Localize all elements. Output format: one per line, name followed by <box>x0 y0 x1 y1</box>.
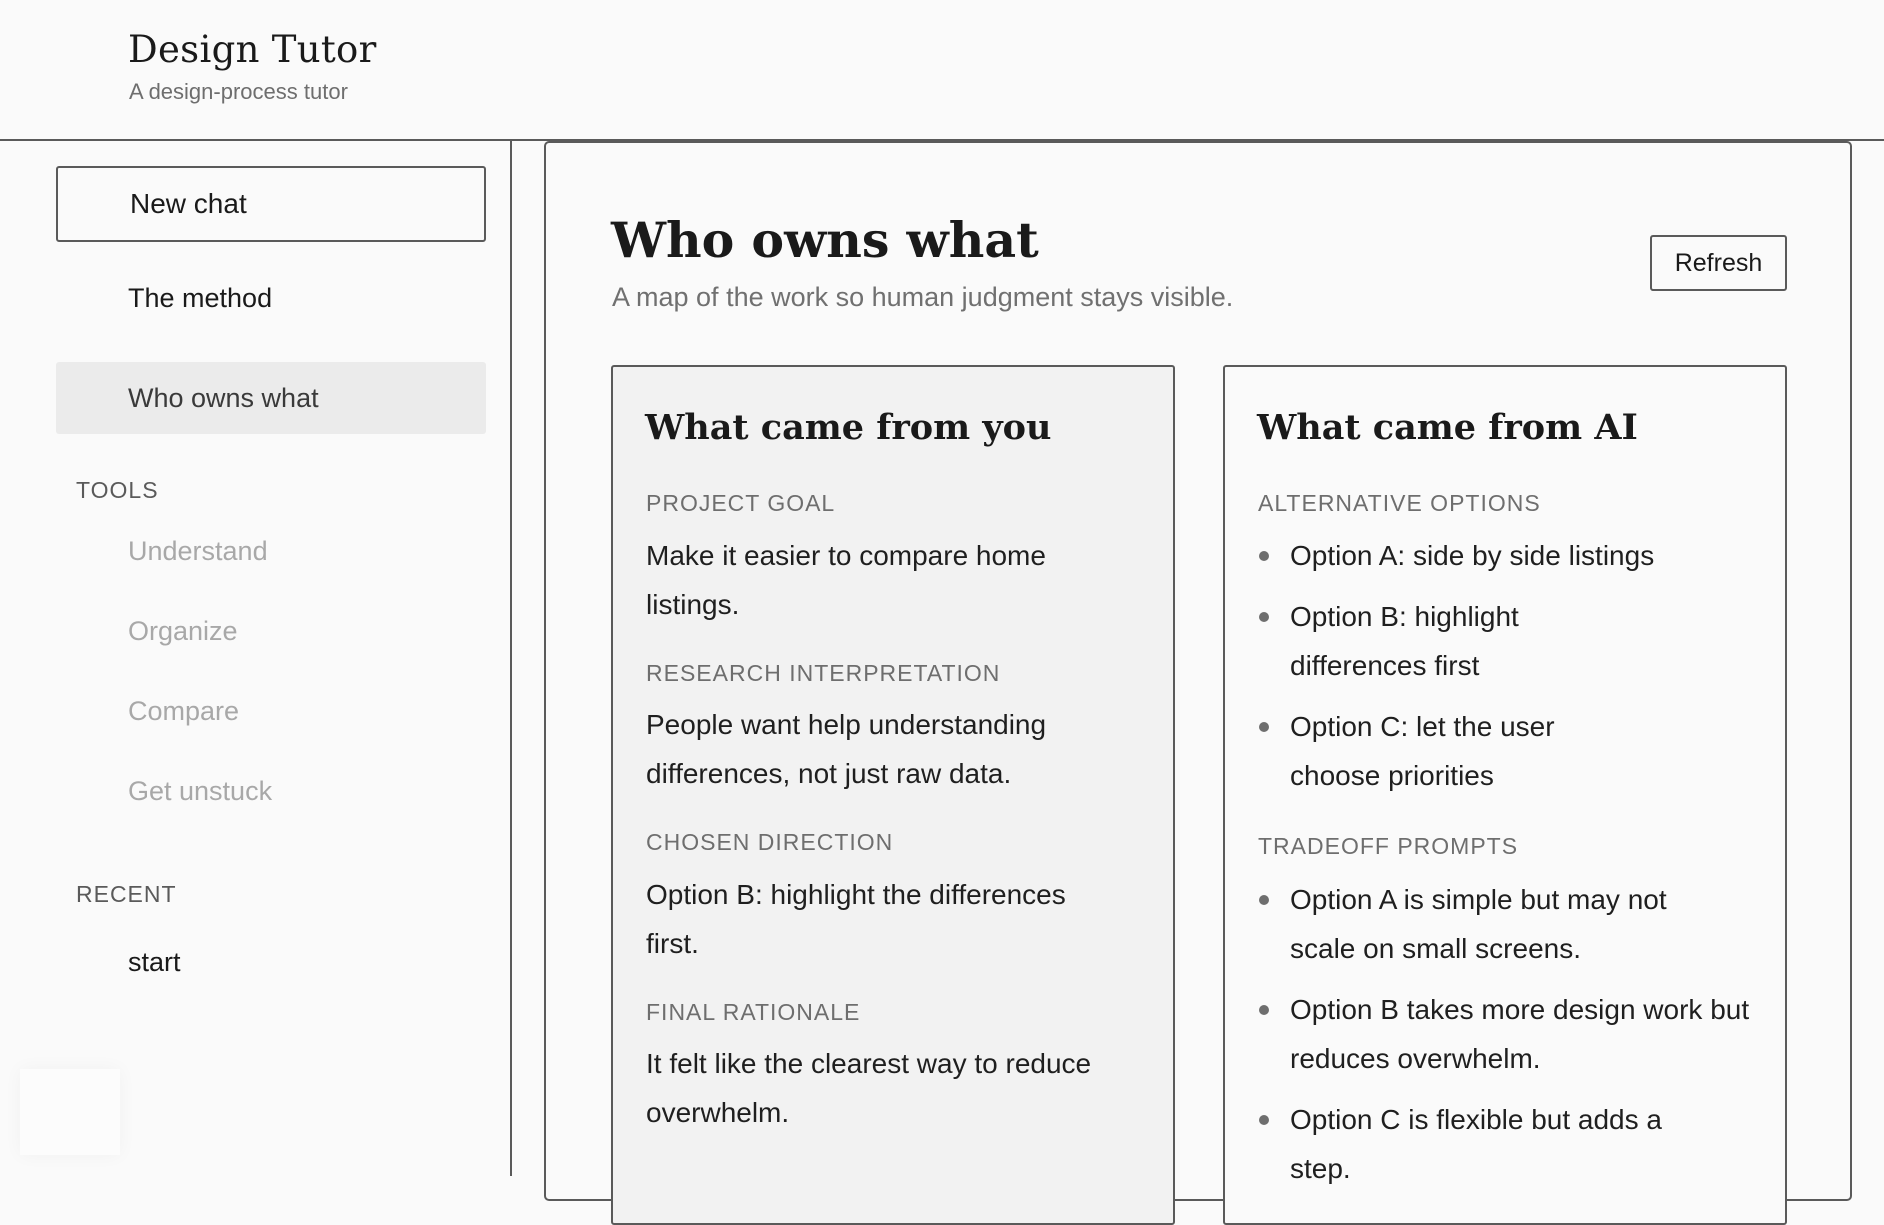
new-chat-button[interactable]: New chat <box>56 166 486 242</box>
page-description: A map of the work so human judgment stay… <box>612 282 1234 312</box>
section-label-alternative-options: ALTERNATIVE OPTIONS <box>1258 490 1541 516</box>
recent-item-start[interactable]: start <box>128 947 181 978</box>
list-item: Option B: highlight differences first <box>1258 592 1588 690</box>
field-value-project-goal: Make it easier to compare home listings. <box>646 540 1046 620</box>
list-item: Option B takes more design work but redu… <box>1258 985 1758 1083</box>
field-label-project-goal: PROJECT GOAL <box>646 490 836 516</box>
tool-item-understand[interactable]: Understand <box>128 536 268 567</box>
ai-card: What came from AI ALTERNATIVE OPTIONS Op… <box>1223 365 1787 1225</box>
list-item: Option A: side by side listings <box>1258 531 1758 580</box>
you-card-title: What came from you <box>645 407 1052 448</box>
sidebar-item-the-method[interactable]: The method <box>56 262 486 334</box>
refresh-button[interactable]: Refresh <box>1650 235 1787 291</box>
tool-item-get-unstuck[interactable]: Get unstuck <box>128 776 272 807</box>
list-item: Option C is flexible but adds a step. <box>1258 1095 1698 1193</box>
main-panel: Who owns what A map of the work so human… <box>544 141 1852 1225</box>
list-item: Option A is simple but may not scale on … <box>1258 875 1738 973</box>
field-value-chosen-direction: Option B: highlight the differences firs… <box>646 879 1066 959</box>
app-subtitle: A design-process tutor <box>129 79 348 104</box>
tools-section-label: TOOLS <box>76 477 159 503</box>
ai-card-title: What came from AI <box>1257 407 1638 448</box>
app-title: Design Tutor <box>128 28 377 71</box>
field-label-final-rationale: FINAL RATIONALE <box>646 999 861 1025</box>
tool-item-organize[interactable]: Organize <box>128 616 238 647</box>
field-value-final-rationale: It felt like the clearest way to reduce … <box>646 1048 1092 1128</box>
field-label-research-interpretation: RESEARCH INTERPRETATION <box>646 660 1001 686</box>
recent-section-label: RECENT <box>76 881 177 907</box>
list-item: Option C: let the user choose priorities <box>1258 702 1588 800</box>
field-value-research-interpretation: People want help understanding differenc… <box>646 709 1047 789</box>
floating-placeholder <box>20 1069 120 1155</box>
you-card: What came from you PROJECT GOAL Make it … <box>611 365 1175 1225</box>
alternative-options-list: Option A: side by side listings Option B… <box>1258 531 1758 812</box>
section-label-tradeoff-prompts: TRADEOFF PROMPTS <box>1258 833 1519 859</box>
field-label-chosen-direction: CHOSEN DIRECTION <box>646 829 894 855</box>
tool-item-compare[interactable]: Compare <box>128 696 239 727</box>
page-title: Who owns what <box>611 211 1039 269</box>
sidebar: New chat The method Who owns what TOOLS … <box>0 141 512 1176</box>
app-header: Design Tutor A design-process tutor <box>0 0 1884 141</box>
sidebar-item-who-owns-what[interactable]: Who owns what <box>56 362 486 434</box>
tradeoff-prompts-list: Option A is simple but may not scale on … <box>1258 875 1778 1205</box>
